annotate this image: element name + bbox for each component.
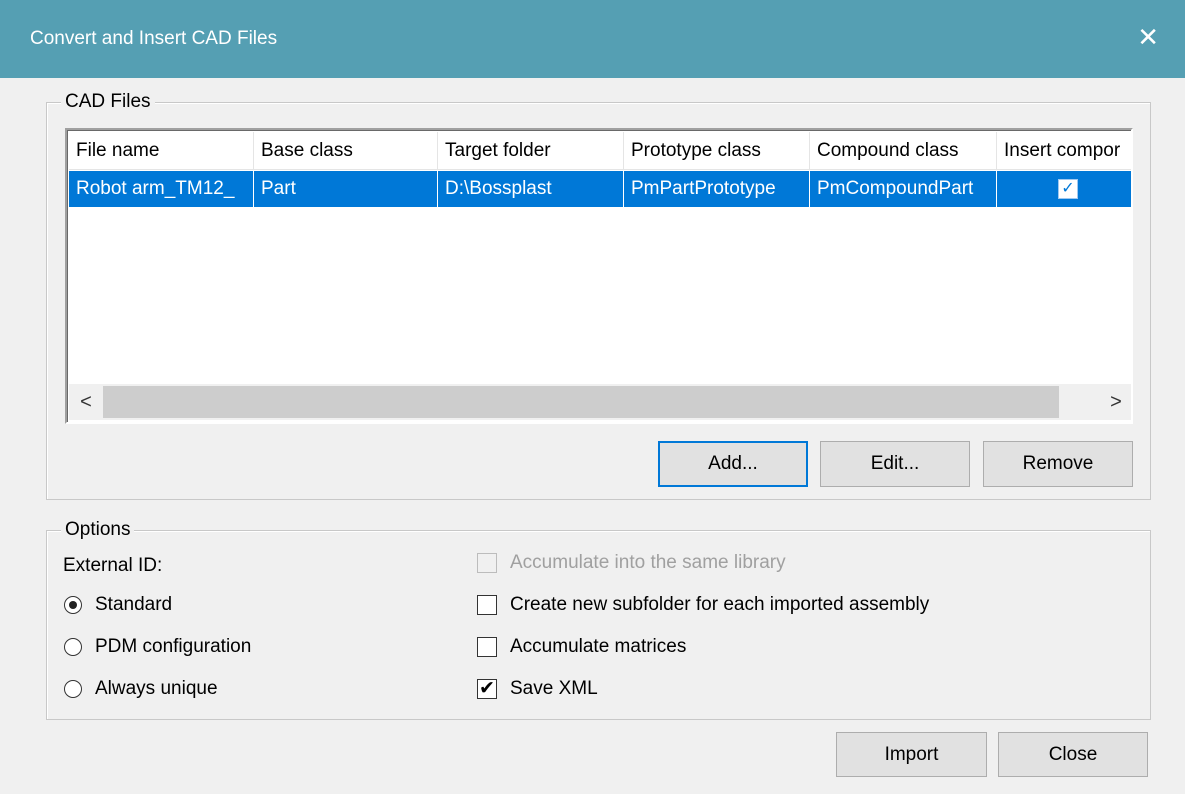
cell-prototype-class: PmPartPrototype <box>624 171 810 207</box>
radio-pdm-configuration-button[interactable] <box>64 638 82 656</box>
external-id-label: External ID: <box>63 555 163 576</box>
checkbox-save-xml-box[interactable]: ✔ <box>477 679 497 699</box>
close-icon[interactable]: ✕ <box>1137 24 1159 50</box>
column-header-prototype-class[interactable]: Prototype class <box>624 132 810 170</box>
checkbox-accumulate-matrices-box[interactable] <box>477 637 497 657</box>
cad-files-group-label: CAD Files <box>61 90 155 114</box>
options-group-label: Options <box>61 518 135 542</box>
radio-standard-label: Standard <box>95 594 173 615</box>
column-header-base-class[interactable]: Base class <box>254 132 438 170</box>
remove-button[interactable]: Remove <box>983 441 1133 487</box>
horizontal-scrollbar[interactable]: < > <box>69 384 1131 420</box>
scroll-right-icon[interactable]: > <box>1099 384 1131 420</box>
column-header-file-name[interactable]: File name <box>69 132 254 170</box>
checkbox-accumulate-matrices[interactable]: Accumulate matrices <box>477 636 686 658</box>
close-button[interactable]: Close <box>998 732 1148 777</box>
checkbox-accumulate-same-library: Accumulate into the same library <box>477 552 786 574</box>
radio-always-unique-button[interactable] <box>64 680 82 698</box>
cell-target-folder: D:\Bossplast <box>438 171 624 207</box>
import-button[interactable]: Import <box>836 732 987 777</box>
radio-pdm-configuration-label: PDM configuration <box>95 636 252 657</box>
checkbox-create-subfolder[interactable]: Create new subfolder for each imported a… <box>477 594 929 616</box>
cell-insert-component: ✓ <box>997 171 1131 207</box>
checkbox-create-subfolder-box[interactable] <box>477 595 497 615</box>
edit-button[interactable]: Edit... <box>820 441 970 487</box>
checkbox-save-xml[interactable]: ✔ Save XML <box>477 678 598 700</box>
cad-files-list[interactable]: File name Base class Target folder Proto… <box>65 128 1133 424</box>
radio-standard-button[interactable] <box>64 596 82 614</box>
list-header: File name Base class Target folder Proto… <box>69 132 1131 170</box>
scrollbar-thumb[interactable] <box>103 386 1059 418</box>
cell-compound-class: PmCompoundPart <box>810 171 997 207</box>
insert-component-checkbox[interactable]: ✓ <box>1058 179 1078 199</box>
checkbox-create-subfolder-label: Create new subfolder for each imported a… <box>510 594 930 615</box>
title-bar: Convert and Insert CAD Files ✕ <box>0 0 1185 78</box>
checkbox-accumulate-matrices-label: Accumulate matrices <box>510 636 687 657</box>
column-header-compound-class[interactable]: Compound class <box>810 132 997 170</box>
checkbox-accumulate-same-library-label: Accumulate into the same library <box>510 552 786 573</box>
radio-always-unique[interactable]: Always unique <box>64 678 218 700</box>
scroll-left-icon[interactable]: < <box>69 384 103 420</box>
radio-pdm-configuration[interactable]: PDM configuration <box>64 636 251 658</box>
checkbox-save-xml-label: Save XML <box>510 678 598 699</box>
checkbox-accumulate-same-library-box <box>477 553 497 573</box>
table-row[interactable]: Robot arm_TM12_ Part D:\Bossplast PmPart… <box>69 171 1131 207</box>
column-header-insert-component[interactable]: Insert compor <box>997 132 1131 170</box>
add-button[interactable]: Add... <box>658 441 808 487</box>
radio-always-unique-label: Always unique <box>95 678 218 699</box>
cell-base-class: Part <box>254 171 438 207</box>
cell-file-name: Robot arm_TM12_ <box>69 171 254 207</box>
window-title: Convert and Insert CAD Files <box>30 28 278 49</box>
radio-standard[interactable]: Standard <box>64 594 172 616</box>
column-header-target-folder[interactable]: Target folder <box>438 132 624 170</box>
